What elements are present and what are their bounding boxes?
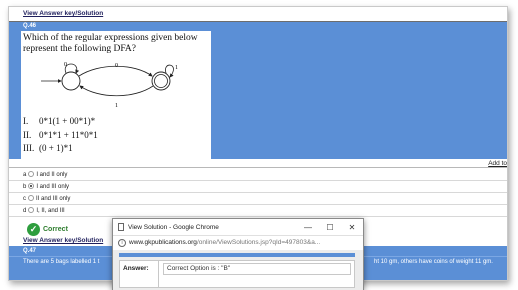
content-header-bar — [119, 253, 355, 257]
radio-c[interactable] — [28, 194, 34, 201]
answer-divider — [158, 261, 159, 287]
question-text: Which of the regular expressions given b… — [23, 33, 198, 54]
label-edge-top: 0 — [115, 63, 118, 69]
answer-row: Answer: Correct Option is : "B" — [119, 260, 355, 288]
option-c[interactable]: c II and III only — [9, 194, 507, 205]
next-question-text-right: ht 10 gm, others have coins of weight 11… — [374, 259, 493, 265]
expression-item: II. 0*1*1 + 11*0*1 — [23, 129, 98, 140]
option-b[interactable]: bI and III only — [9, 182, 507, 193]
next-question-text: There are 5 bags labelled 1 t — [23, 259, 100, 265]
question-box: Which of the regular expressions given b… — [21, 31, 211, 159]
url-path: /online/ViewSolutions.jsp?qId=497803&a..… — [196, 239, 321, 246]
result-indicator: ✓ Correct — [27, 222, 68, 236]
edge-q1-q0 — [79, 85, 154, 97]
check-icon: ✓ — [27, 222, 40, 236]
expression-item: I. 0*1(1 + 00*1)* — [23, 116, 96, 126]
radio-d[interactable] — [28, 206, 35, 213]
answer-value: Correct Option is : "B" — [163, 263, 351, 275]
radio-a[interactable] — [28, 170, 35, 177]
dfa-diagram: 0 0 1 1 — [41, 62, 178, 109]
label-edge-bottom: 1 — [115, 103, 118, 109]
page-icon — [118, 223, 124, 231]
url-host: www.gkpublications.org — [129, 239, 197, 246]
question-area: Which of the regular expressions given b… — [9, 31, 507, 159]
popup-titlebar[interactable]: View Solution - Google Chrome — ☐ ✕ — [113, 219, 363, 235]
add-bar: Add to — [9, 159, 507, 168]
view-answer-key-link-2[interactable]: View Answer key/Solution — [23, 237, 103, 244]
add-to-link[interactable]: Add to — [488, 157, 507, 170]
question-number: Q.46 — [23, 23, 37, 29]
next-question-number: Q.47 — [23, 248, 37, 254]
expression-item: III. (0 + 1)*1 — [23, 143, 73, 153]
solution-popup-window[interactable]: View Solution - Google Chrome — ☐ ✕ i ww… — [112, 218, 364, 290]
option-a[interactable]: aI and II only — [9, 170, 507, 181]
label-loop-q1: 1 — [175, 65, 178, 71]
info-icon[interactable]: i — [118, 238, 126, 247]
label-loop-q0: 0 — [64, 62, 67, 68]
result-label: Correct — [43, 225, 68, 233]
popup-content: Answer: Correct Option is : "B" — [113, 250, 363, 290]
popup-title: View Solution - Google Chrome — [128, 223, 219, 231]
minimize-icon[interactable]: — — [297, 223, 319, 232]
answer-key-bar: View Answer key/Solution — [9, 7, 507, 21]
state-q0 — [61, 71, 81, 91]
option-d[interactable]: d I, II, and III — [9, 206, 507, 217]
radio-b[interactable] — [28, 182, 35, 189]
close-icon[interactable]: ✕ — [341, 223, 363, 232]
question-header: Q.46 — [9, 21, 507, 31]
address-bar[interactable]: i www.gkpublications.org/online/ViewSolu… — [113, 235, 363, 249]
expression-list: I. 0*1(1 + 00*1)* II. 0*1*1 + 11*0*1 III.(… — [23, 115, 98, 156]
maximize-icon[interactable]: ☐ — [319, 223, 341, 232]
answer-label: Answer: — [123, 265, 149, 272]
view-answer-key-link[interactable]: View Answer key/Solution — [23, 10, 103, 17]
